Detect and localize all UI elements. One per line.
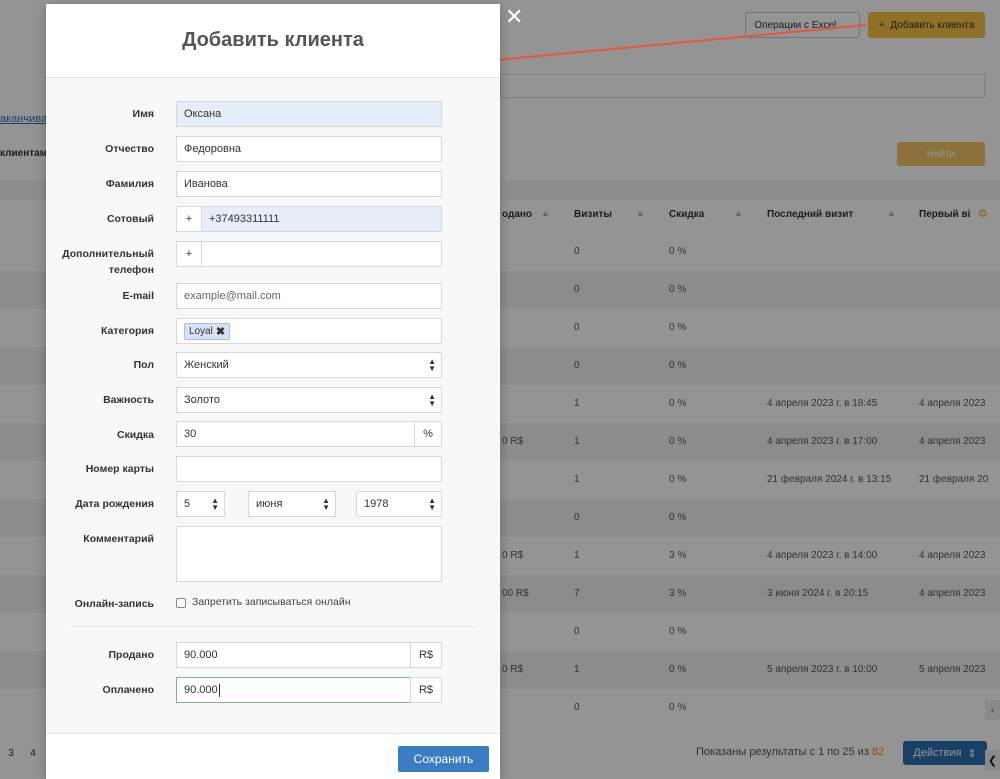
mobile-field[interactable]: +37493311111 bbox=[201, 206, 442, 232]
extra-phone-label-line1: Дополнительный bbox=[62, 248, 154, 260]
text-cursor bbox=[218, 683, 220, 697]
comment-textarea[interactable] bbox=[176, 526, 442, 582]
first-name-field[interactable]: Оксана bbox=[176, 101, 442, 127]
sold-label: Продано bbox=[108, 649, 155, 661]
category-tag-label: Loyal bbox=[189, 325, 213, 337]
importance-label: Важность bbox=[103, 394, 154, 406]
email-field[interactable]: example@mail.com bbox=[176, 283, 442, 309]
paid-currency-suffix: R$ bbox=[410, 677, 442, 703]
birth-date-label: Дата рождения bbox=[75, 498, 154, 510]
select-arrows-icon: ▲ ▼ bbox=[322, 496, 330, 512]
online-booking-label: Онлайн-запись bbox=[74, 598, 154, 610]
gender-select[interactable]: Женский ▲ ▼ bbox=[176, 352, 442, 378]
extra-phone-country-prefix[interactable]: + bbox=[176, 241, 202, 267]
birth-year-value: 1978 bbox=[364, 498, 389, 510]
birth-year-select[interactable]: 1978 ▲ ▼ bbox=[356, 491, 442, 517]
paid-value: 90.000 bbox=[184, 684, 218, 696]
modal-footer: Сохранить bbox=[46, 733, 500, 779]
birth-day-select[interactable]: 5 ▲ ▼ bbox=[176, 491, 225, 517]
gender-value: Женский bbox=[184, 359, 229, 371]
category-field[interactable]: Loyal ✖ bbox=[176, 318, 442, 344]
last-name-label: Фамилия bbox=[105, 178, 154, 190]
birth-day-value: 5 bbox=[184, 498, 191, 510]
disable-online-booking-label[interactable]: Запретить записываться онлайн bbox=[192, 596, 351, 608]
extra-phone-field[interactable] bbox=[201, 241, 442, 267]
extra-phone-label: Дополнительный телефон bbox=[56, 246, 154, 278]
modal-header: Добавить клиента bbox=[46, 4, 500, 78]
select-arrows-icon: ▲ ▼ bbox=[428, 496, 436, 512]
paid-label: Оплачено bbox=[102, 684, 154, 696]
birth-month-select[interactable]: июня ▲ ▼ bbox=[248, 491, 336, 517]
birth-month-value: июня bbox=[256, 498, 283, 510]
category-tag: Loyal ✖ bbox=[184, 322, 231, 340]
last-name-field[interactable]: Иванова bbox=[176, 171, 442, 197]
sold-currency-suffix: R$ bbox=[410, 642, 442, 668]
arrow-line bbox=[485, 24, 867, 62]
section-divider bbox=[70, 626, 476, 627]
patronymic-field[interactable]: Федоровна bbox=[176, 136, 442, 162]
importance-select[interactable]: Золото ▲ ▼ bbox=[176, 387, 442, 413]
mobile-country-prefix[interactable]: + bbox=[176, 206, 202, 232]
disable-online-booking-checkbox[interactable] bbox=[176, 598, 186, 608]
paid-field[interactable]: 90.000 bbox=[176, 677, 411, 703]
extra-phone-label-line2: телефон bbox=[108, 264, 154, 276]
category-label: Категория bbox=[100, 325, 154, 337]
email-label: E-mail bbox=[122, 290, 154, 302]
card-number-label: Номер карты bbox=[85, 463, 154, 475]
importance-value: Золото bbox=[184, 394, 220, 406]
add-client-modal: Добавить клиента Имя Оксана Отчество Фед… bbox=[46, 4, 500, 779]
select-arrows-icon: ▲ ▼ bbox=[428, 392, 436, 408]
save-button[interactable]: Сохранить bbox=[398, 746, 489, 772]
modal-title: Добавить клиента bbox=[182, 29, 364, 51]
discount-field[interactable]: 30 bbox=[176, 421, 415, 447]
card-number-field[interactable] bbox=[176, 456, 442, 482]
mobile-label: Сотовый bbox=[106, 213, 154, 225]
select-arrows-icon: ▲ ▼ bbox=[428, 357, 436, 373]
sold-field[interactable]: 90.000 bbox=[176, 642, 411, 668]
gender-label: Пол bbox=[133, 359, 154, 371]
select-arrows-icon: ▲ ▼ bbox=[211, 496, 219, 512]
remove-tag-icon[interactable]: ✖ bbox=[216, 325, 225, 338]
first-name-label: Имя bbox=[132, 108, 154, 120]
discount-label: Скидка bbox=[116, 429, 154, 441]
patronymic-label: Отчество bbox=[105, 143, 154, 155]
discount-percent-suffix: % bbox=[414, 421, 442, 447]
comment-label: Комментарий bbox=[83, 533, 154, 545]
